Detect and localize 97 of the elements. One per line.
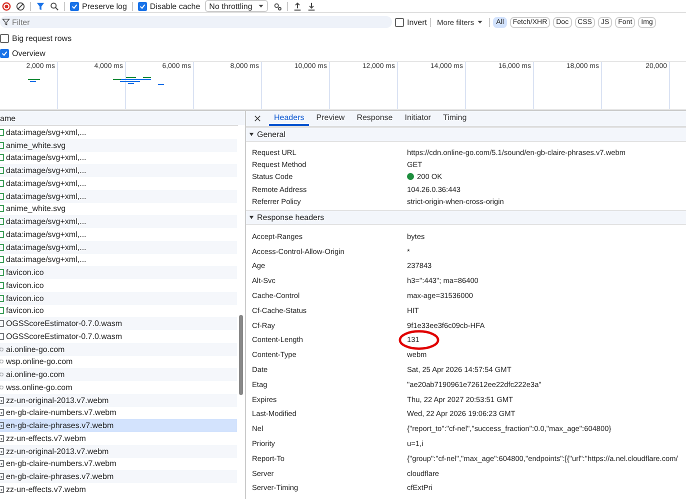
request-row[interactable]: data:image/svg+xml,... (0, 254, 237, 266)
close-icon[interactable] (254, 115, 261, 122)
section-header[interactable]: Response headers (246, 210, 686, 225)
request-row[interactable]: data:image/svg+xml,... (0, 126, 237, 139)
request-name: data:image/svg+xml,... (6, 153, 86, 162)
request-row[interactable]: anime_white.svg (0, 138, 237, 152)
request-name: data:image/svg+xml,... (6, 242, 86, 252)
request-name: data:image/svg+xml,... (6, 217, 86, 226)
media-file-icon (0, 448, 4, 455)
caret-icon (477, 19, 484, 25)
name-column-header[interactable]: ame (0, 114, 16, 122)
request-row[interactable]: en-gb-claire-numbers.v7.webm (0, 406, 237, 420)
preserve-log-label: Preserve log (82, 2, 127, 10)
option-label: Big request rows (12, 34, 72, 43)
request-name: favicon.ico (6, 294, 44, 303)
request-name: data:image/svg+xml,... (6, 230, 86, 239)
request-row[interactable]: ai.online-go.com (0, 368, 237, 381)
request-row[interactable]: data:image/svg+xml,... (0, 215, 237, 228)
section-title: General (257, 130, 286, 139)
search-icon[interactable] (50, 2, 59, 10)
media-file-icon (0, 422, 4, 430)
request-row[interactable]: wsp.online-go.com (0, 356, 237, 368)
request-name: ai.online-go.com (6, 370, 65, 380)
media-file-icon (0, 434, 4, 442)
media-file-icon (0, 396, 4, 404)
request-row[interactable]: favicon.ico (0, 279, 237, 292)
section-header[interactable]: General (246, 127, 686, 142)
request-row[interactable]: ai.online-go.com (0, 342, 237, 356)
request-row[interactable]: data:image/svg+xml,... (0, 177, 237, 190)
request-name: en-gb-claire-numbers.v7.webm (6, 459, 116, 468)
request-row[interactable]: data:image/svg+xml,... (0, 164, 237, 177)
option-label: Overview (12, 49, 46, 58)
request-row[interactable]: data:image/svg+xml,... (0, 240, 237, 254)
details-tab[interactable]: Preview (311, 111, 350, 126)
request-row[interactable]: favicon.ico (0, 292, 237, 304)
option-checkbox[interactable] (0, 49, 9, 58)
request-name: en-gb-claire-numbers.v7.webm (6, 408, 116, 418)
request-row[interactable]: zz-un-original-2013.v7.webm (0, 394, 237, 406)
disable-cache-label: Disable cache (150, 2, 200, 10)
request-row[interactable]: anime_white.svg (0, 202, 237, 216)
caret-icon (258, 3, 264, 9)
details-tab[interactable]: Timing (438, 111, 472, 126)
preserve-log-checkbox[interactable] (70, 2, 79, 10)
request-name: zz-un-original-2013.v7.webm (6, 446, 109, 456)
request-row[interactable]: favicon.ico (0, 304, 237, 318)
request-name: en-gb-claire-phrases.v7.webm (6, 472, 114, 482)
request-name: data:image/svg+xml,... (6, 166, 86, 176)
network-settings-icon[interactable] (273, 2, 282, 10)
details-tab[interactable]: Response (352, 111, 398, 126)
details-tab[interactable]: Initiator (400, 111, 436, 126)
media-file-icon (0, 409, 4, 416)
request-row[interactable]: data:image/svg+xml,... (0, 152, 237, 164)
request-name: anime_white.svg (6, 204, 66, 214)
request-name: zz-un-original-2013.v7.webm (6, 396, 109, 405)
request-name: ai.online-go.com (6, 344, 65, 354)
media-file-icon (0, 486, 4, 493)
request-name: data:image/svg+xml,... (6, 255, 86, 264)
request-name: wsp.online-go.com (6, 357, 73, 366)
option-checkbox[interactable] (0, 34, 9, 43)
request-row[interactable]: OGSScoreEstimator-0.7.0.wasm (0, 330, 237, 343)
invert-checkbox[interactable] (395, 18, 404, 26)
upload-icon[interactable] (293, 2, 302, 10)
request-row[interactable]: en-gb-claire-numbers.v7.webm (0, 458, 237, 470)
media-file-icon (0, 460, 4, 468)
request-name: data:image/svg+xml,... (6, 192, 86, 201)
request-row[interactable]: zz-un-effects.v7.webm (0, 432, 237, 445)
request-name: data:image/svg+xml,... (6, 128, 86, 137)
request-row[interactable]: en-gb-claire-phrases.v7.webm (0, 470, 237, 483)
request-row[interactable]: data:image/svg+xml,... (0, 190, 237, 202)
filter-icon[interactable] (36, 2, 45, 10)
request-name: wss.online-go.com (6, 382, 72, 392)
clear-icon[interactable] (16, 2, 25, 10)
section-title: Response headers (257, 212, 324, 222)
media-file-icon (0, 473, 4, 480)
request-row[interactable]: zz-un-effects.v7.webm (0, 483, 237, 496)
request-name: zz-un-effects.v7.webm (6, 434, 86, 443)
request-name: anime_white.svg (6, 140, 66, 150)
record-icon[interactable] (2, 2, 11, 10)
throttling-select[interactable]: No throttling (205, 0, 268, 12)
request-row[interactable]: favicon.ico (0, 266, 237, 279)
request-row[interactable]: zz-un-original-2013.v7.webm (0, 444, 237, 458)
request-name: favicon.ico (6, 268, 44, 278)
request-name: data:image/svg+xml,... (6, 178, 86, 188)
request-row[interactable]: wss.online-go.com (0, 381, 237, 394)
request-name: en-gb-claire-phrases.v7.webm (6, 421, 114, 430)
request-name: favicon.ico (6, 280, 44, 290)
request-row[interactable]: OGSScoreEstimator-0.7.0.wasm (0, 317, 237, 330)
download-icon[interactable] (307, 2, 316, 10)
disable-cache-checkbox[interactable] (138, 2, 147, 10)
request-name: zz-un-effects.v7.webm (6, 484, 86, 494)
request-row[interactable]: en-gb-claire-phrases.v7.webm (0, 419, 237, 432)
request-name: OGSScoreEstimator-0.7.0.wasm (6, 332, 122, 341)
invert-label: Invert (407, 18, 428, 26)
request-row[interactable]: data:image/svg+xml,... (0, 228, 237, 241)
request-name: OGSScoreEstimator-0.7.0.wasm (6, 319, 122, 328)
filter-field[interactable]: Filter (0, 16, 392, 28)
request-name: favicon.ico (6, 306, 44, 316)
